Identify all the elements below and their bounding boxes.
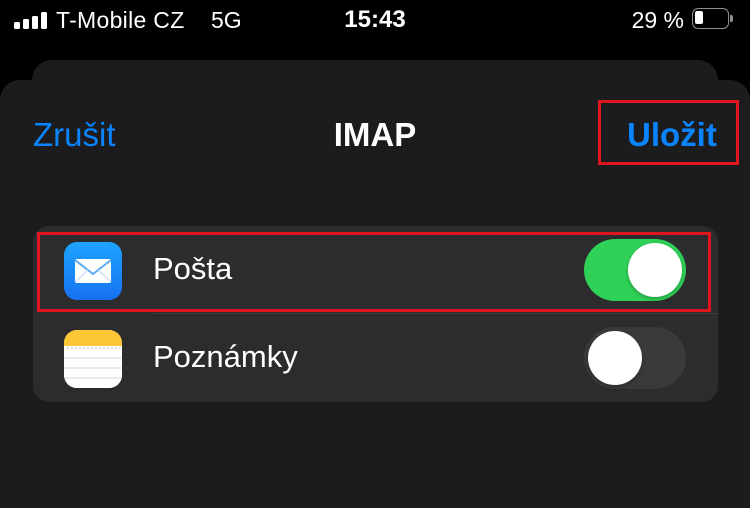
save-button-highlight — [598, 100, 739, 165]
notes-label: Poznámky — [153, 339, 298, 374]
status-bar: T-Mobile CZ 5G 15:43 29 % — [0, 0, 750, 44]
notes-toggle[interactable] — [584, 327, 686, 389]
mail-row-highlight — [37, 232, 711, 312]
list-item-notes: Poznámky — [33, 314, 718, 402]
battery-icon — [692, 8, 733, 29]
screen: T-Mobile CZ 5G 15:43 29 % Zrušit IMAP Ul… — [0, 0, 750, 508]
battery-percentage: 29 % — [631, 7, 684, 33]
battery-level — [695, 11, 703, 24]
toggle-knob — [588, 331, 642, 385]
notes-icon — [64, 330, 122, 388]
